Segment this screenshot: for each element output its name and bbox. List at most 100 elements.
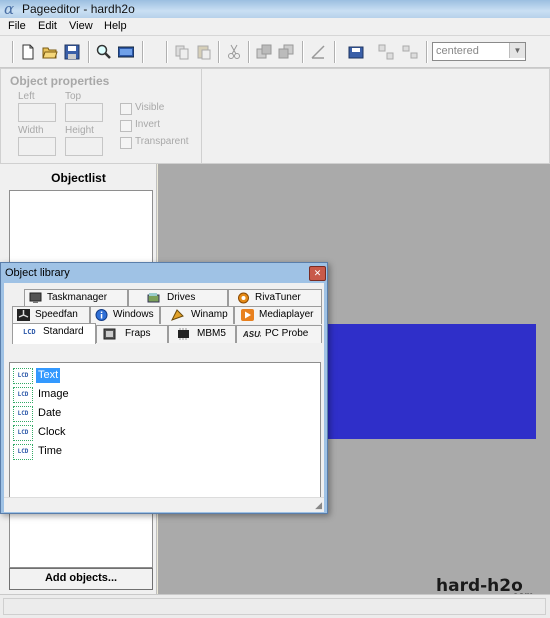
lcd-icon: LCD: [13, 368, 33, 384]
tab-label: RivaTuner: [255, 292, 301, 303]
info-icon: [95, 309, 108, 321]
tab-mediaplayer[interactable]: Mediaplayer: [234, 306, 322, 324]
paste-icon[interactable]: [196, 44, 212, 60]
height-field[interactable]: [65, 137, 103, 156]
left-field[interactable]: [18, 103, 56, 122]
toolbar-separator: [142, 41, 144, 63]
tab-label: Drives: [167, 292, 196, 303]
cut-icon[interactable]: [226, 44, 242, 60]
list-item-label: Image: [38, 388, 69, 400]
bring-front-icon[interactable]: [256, 44, 272, 60]
height-label: Height: [65, 125, 94, 136]
object-library-dialog: Object library ✕ Taskmanager Drives Riva…: [0, 262, 328, 514]
menu-file[interactable]: File: [8, 20, 26, 32]
app-icon: α: [4, 0, 15, 18]
lcd-icon: LCD: [13, 387, 33, 403]
tab-drives[interactable]: Drives: [128, 289, 228, 307]
invert-checkbox[interactable]: [120, 120, 132, 132]
add-objects-button[interactable]: Add objects...: [9, 568, 153, 590]
lcd-icon: LCD: [13, 406, 33, 422]
asus-icon: ASUS: [242, 328, 266, 340]
status-bar: [0, 594, 550, 618]
tab-label: Standard: [43, 326, 84, 337]
tab-taskmanager[interactable]: Taskmanager: [24, 289, 128, 307]
tab-label: PC Probe: [265, 328, 309, 339]
gear-icon: [237, 292, 250, 304]
film-icon: [103, 328, 116, 340]
tab-mbm5[interactable]: MBM5: [168, 325, 236, 343]
toolbar-separator: [426, 41, 428, 63]
menu-view[interactable]: View: [69, 20, 93, 32]
list-item-label: Clock: [38, 426, 66, 438]
transparent-label: Transparent: [135, 136, 189, 147]
tab-label: Taskmanager: [47, 292, 108, 303]
menu-bar: File Edit View Help: [0, 18, 550, 36]
tab-pc-probe[interactable]: ASUS PC Probe: [236, 325, 322, 343]
top-label: Top: [65, 91, 82, 102]
lcd-icon: LCD: [23, 326, 39, 338]
toolbar-separator: [334, 41, 336, 63]
save-icon[interactable]: [64, 44, 80, 60]
dialog-status-bar: ◢: [4, 497, 324, 512]
object-library-title: Object library: [5, 267, 70, 279]
tab-rivatuner[interactable]: RivaTuner: [228, 289, 322, 307]
monitor-icon: [29, 292, 42, 304]
objectlist-title: Objectlist: [51, 171, 106, 185]
tab-label: Mediaplayer: [259, 309, 314, 320]
send-back-icon[interactable]: [278, 44, 294, 60]
send-to-lcd-icon[interactable]: [348, 44, 364, 60]
toolbar-separator: [88, 41, 90, 63]
copy-icon[interactable]: [174, 44, 190, 60]
window-title: Pageeditor - hardh2o: [22, 2, 135, 16]
chevron-down-icon[interactable]: ▼: [509, 43, 525, 58]
visible-label: Visible: [135, 102, 165, 113]
tab-fraps[interactable]: Fraps: [96, 325, 168, 343]
svg-text:LCD: LCD: [23, 328, 36, 336]
transparent-checkbox[interactable]: [120, 137, 132, 149]
tab-label: Speedfan: [35, 309, 78, 320]
object-library-list: LCD Text LCD Image LCD Date LCD Clock LC…: [9, 362, 321, 499]
width-field[interactable]: [18, 137, 56, 156]
properties-icon[interactable]: [310, 44, 326, 60]
list-item-label: Text: [36, 368, 61, 383]
menu-help[interactable]: Help: [104, 20, 127, 32]
invert-label: Invert: [135, 119, 161, 130]
tab-label: Fraps: [125, 328, 151, 339]
properties-empty-area: [202, 68, 550, 164]
toolbar-separator: [248, 41, 250, 63]
visible-checkbox[interactable]: [120, 103, 132, 115]
toolbar-separator: [218, 41, 220, 63]
tab-standard[interactable]: LCD Standard: [12, 323, 96, 344]
tab-windows[interactable]: Windows: [90, 306, 160, 324]
resize-grip-icon[interactable]: ◢: [315, 500, 322, 511]
object-properties-panel: Object properties Left Top Width Height …: [0, 68, 202, 164]
list-item-label: Time: [38, 445, 63, 457]
object-properties-title: Object properties: [10, 74, 110, 88]
chip-icon: [177, 328, 190, 340]
lcd-icon: LCD: [13, 425, 33, 441]
tab-label: MBM5: [197, 328, 226, 339]
alignment-select[interactable]: centered ▼: [432, 42, 526, 61]
left-label: Left: [18, 91, 35, 102]
open-folder-icon[interactable]: [42, 44, 58, 60]
canvas-object[interactable]: [328, 324, 536, 439]
lcd-preview-icon[interactable]: [118, 44, 134, 60]
tab-label: Winamp: [191, 309, 228, 320]
new-file-icon[interactable]: [20, 44, 36, 60]
top-field[interactable]: [65, 103, 103, 122]
play-icon: [241, 309, 254, 321]
winamp-icon: [170, 309, 184, 321]
title-bar: α Pageeditor - hardh2o: [0, 0, 550, 18]
fan-icon: [17, 309, 30, 321]
align-icon[interactable]: [402, 44, 418, 60]
tab-label: Windows: [113, 309, 154, 320]
zoom-icon[interactable]: [96, 44, 112, 60]
tab-winamp[interactable]: Winamp: [160, 306, 234, 324]
toolbar-separator: [166, 41, 168, 63]
grid-icon[interactable]: [378, 44, 394, 60]
close-icon[interactable]: ✕: [309, 266, 326, 281]
tab-speedfan[interactable]: Speedfan: [12, 306, 90, 324]
toolbar: centered ▼: [0, 36, 550, 68]
lcd-icon: LCD: [13, 444, 33, 460]
menu-edit[interactable]: Edit: [38, 20, 57, 32]
